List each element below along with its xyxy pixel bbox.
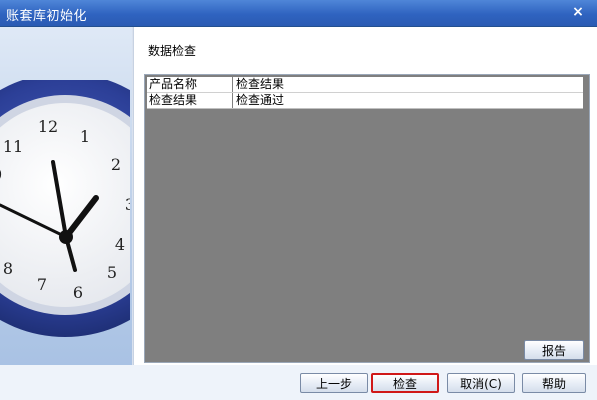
table-row[interactable]: 检查结果 检查通过: [147, 93, 583, 109]
result-table: 产品名称 检查结果 检查结果 检查通过: [147, 77, 583, 359]
clock-numeral-12: 12: [38, 117, 58, 136]
clock-illustration: 11 12 1 2 3 4 5 6 7 8 9 10: [0, 80, 130, 337]
close-icon[interactable]: ×: [570, 4, 586, 20]
table-cell: 检查通过: [236, 93, 285, 107]
clock-numeral-7: 7: [37, 275, 47, 294]
clock-numeral-10: 10: [0, 165, 2, 184]
column-header-check-result[interactable]: 检查结果: [233, 77, 583, 92]
column-header-product-name[interactable]: 产品名称: [147, 77, 233, 92]
main-panel: 数据检查 产品名称 检查结果 检查结果 检查通过: [133, 27, 597, 365]
report-button[interactable]: 报告: [524, 340, 584, 360]
previous-step-button[interactable]: 上一步: [300, 373, 368, 393]
help-button[interactable]: 帮助: [522, 373, 586, 393]
cancel-button[interactable]: 取消(C): [447, 373, 515, 393]
check-result-listview[interactable]: 产品名称 检查结果 检查结果 检查通过: [144, 74, 590, 363]
window-title: 账套库初始化: [6, 9, 88, 24]
title-bar: 账套库初始化 ×: [0, 0, 597, 27]
clock-numeral-4: 4: [115, 235, 125, 254]
check-button[interactable]: 检查: [371, 373, 439, 393]
decorative-side-panel: 11 12 1 2 3 4 5 6 7 8 9 10: [0, 27, 133, 365]
clock-numeral-1: 1: [80, 127, 90, 146]
table-header-row: 产品名称 检查结果: [147, 77, 583, 93]
clock-numeral-11: 11: [3, 137, 23, 156]
clock-numeral-2: 2: [111, 155, 121, 174]
clock-numeral-6: 6: [73, 283, 83, 302]
clock-numeral-3: 3: [125, 195, 130, 214]
clock-numeral-5: 5: [107, 263, 117, 282]
clock-center: [59, 230, 73, 244]
clock-numeral-8: 8: [3, 259, 13, 278]
section-label-data-check: 数据检查: [148, 44, 197, 58]
table-cell: 检查结果: [147, 93, 233, 108]
